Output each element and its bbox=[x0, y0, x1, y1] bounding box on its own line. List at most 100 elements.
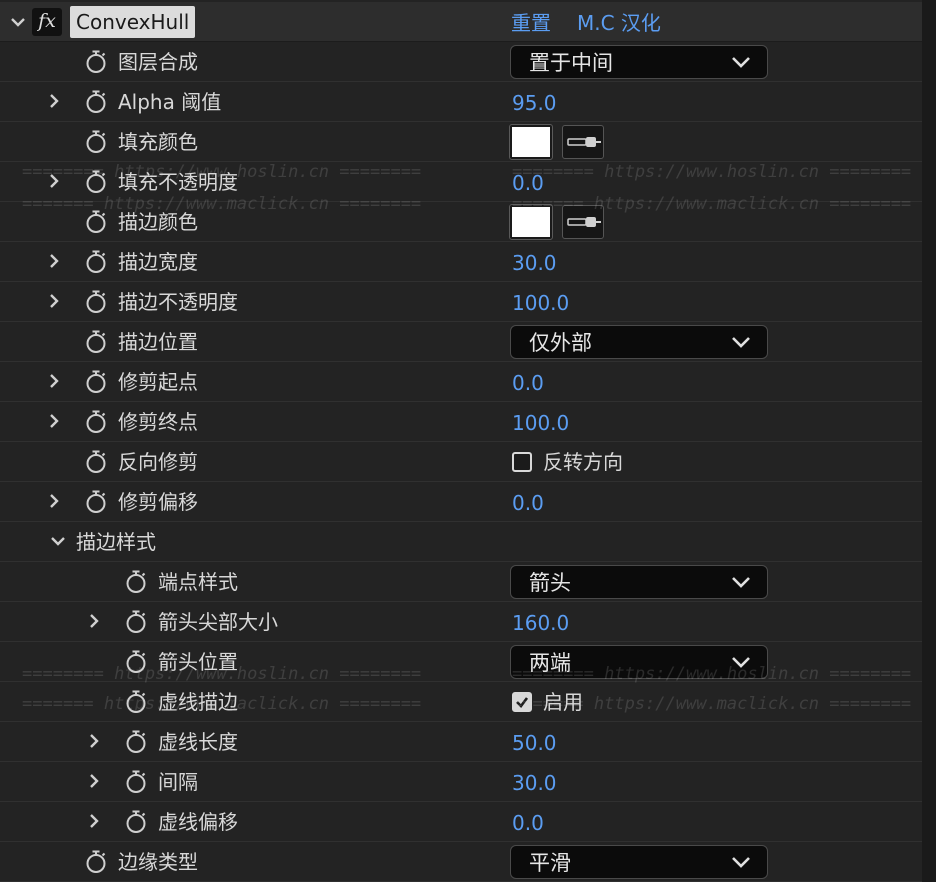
reverse-direction-checkbox[interactable] bbox=[512, 452, 532, 472]
stopwatch-icon[interactable] bbox=[84, 850, 108, 874]
param-label: 虚线长度 bbox=[158, 730, 238, 754]
alpha-threshold-value[interactable]: 95.0 bbox=[512, 91, 557, 115]
chevron-right-icon[interactable] bbox=[46, 93, 62, 109]
dash-offset-value[interactable]: 0.0 bbox=[512, 811, 544, 835]
dashed-stroke-checkbox[interactable] bbox=[512, 692, 532, 712]
stopwatch-icon[interactable] bbox=[84, 50, 108, 74]
chevron-right-icon[interactable] bbox=[46, 173, 62, 189]
stopwatch-icon[interactable] bbox=[84, 210, 108, 234]
param-label: 描边位置 bbox=[118, 330, 198, 354]
stopwatch-icon[interactable] bbox=[84, 450, 108, 474]
chevron-right-icon[interactable] bbox=[46, 493, 62, 509]
param-label: 填充不透明度 bbox=[118, 170, 238, 194]
fx-icon[interactable]: fx bbox=[32, 8, 62, 36]
stopwatch-icon[interactable] bbox=[84, 410, 108, 434]
stroke-width-value[interactable]: 30.0 bbox=[512, 251, 557, 275]
about-button[interactable]: M.C 汉化 bbox=[577, 11, 661, 35]
stroke-color-swatch[interactable] bbox=[509, 204, 553, 240]
chevron-down-icon bbox=[731, 334, 751, 350]
param-row-fill-color: 填充颜色 bbox=[0, 122, 922, 162]
param-label: 反向修剪 bbox=[118, 450, 198, 474]
param-row-stroke-position: 描边位置 仅外部 bbox=[0, 322, 922, 362]
param-label: 箭头位置 bbox=[158, 650, 238, 674]
param-label: 箭头尖部大小 bbox=[158, 610, 278, 634]
trim-end-value[interactable]: 100.0 bbox=[512, 411, 569, 435]
param-label: 修剪偏移 bbox=[118, 490, 198, 514]
gap-value[interactable]: 30.0 bbox=[512, 771, 557, 795]
stopwatch-icon[interactable] bbox=[84, 170, 108, 194]
stopwatch-icon[interactable] bbox=[124, 690, 148, 714]
checkbox-label[interactable]: 反转方向 bbox=[543, 450, 623, 474]
stopwatch-icon[interactable] bbox=[84, 130, 108, 154]
stopwatch-icon[interactable] bbox=[84, 490, 108, 514]
chevron-down-icon bbox=[731, 654, 751, 670]
stopwatch-icon[interactable] bbox=[124, 770, 148, 794]
stroke-position-dropdown[interactable]: 仅外部 bbox=[510, 325, 768, 359]
param-row-stroke-opacity: 描边不透明度 100.0 bbox=[0, 282, 922, 322]
chevron-right-icon[interactable] bbox=[46, 253, 62, 269]
group-label[interactable]: 描边样式 bbox=[76, 530, 156, 554]
cap-style-dropdown[interactable]: 箭头 bbox=[510, 565, 768, 599]
fill-opacity-value[interactable]: 0.0 bbox=[512, 171, 544, 195]
dropdown-value: 两端 bbox=[529, 651, 571, 675]
stopwatch-icon[interactable] bbox=[124, 610, 148, 634]
effect-header-row: fx ConvexHull 重置 M.C 汉化 bbox=[0, 2, 922, 42]
chevron-right-icon[interactable] bbox=[46, 413, 62, 429]
param-row-reverse-trim: 反向修剪 反转方向 bbox=[0, 442, 922, 482]
dash-length-value[interactable]: 50.0 bbox=[512, 731, 557, 755]
stopwatch-icon[interactable] bbox=[84, 370, 108, 394]
chevron-down-icon[interactable] bbox=[50, 533, 66, 549]
checkbox-label[interactable]: 启用 bbox=[543, 690, 583, 714]
chevron-right-icon[interactable] bbox=[86, 773, 102, 789]
stroke-opacity-value[interactable]: 100.0 bbox=[512, 291, 569, 315]
chevron-right-icon[interactable] bbox=[46, 293, 62, 309]
param-label: 描边颜色 bbox=[118, 210, 198, 234]
param-row-gap: 间隔 30.0 bbox=[0, 762, 922, 802]
param-row-fill-opacity: 填充不透明度 0.0 bbox=[0, 162, 922, 202]
chevron-down-icon bbox=[731, 54, 751, 70]
effect-name[interactable]: ConvexHull bbox=[70, 6, 196, 38]
param-row-dash-offset: 虚线偏移 0.0 bbox=[0, 802, 922, 842]
stopwatch-icon[interactable] bbox=[84, 290, 108, 314]
effect-controls-panel: fx ConvexHull 重置 M.C 汉化 图层合成 置于中间 Alpha … bbox=[0, 0, 936, 882]
chevron-right-icon[interactable] bbox=[86, 613, 102, 629]
chevron-down-icon bbox=[731, 574, 751, 590]
chevron-right-icon[interactable] bbox=[86, 733, 102, 749]
edge-type-dropdown[interactable]: 平滑 bbox=[510, 845, 768, 879]
scrollbar[interactable] bbox=[922, 0, 936, 882]
param-label: 间隔 bbox=[158, 770, 198, 794]
stopwatch-icon[interactable] bbox=[124, 810, 148, 834]
param-row-trim-offset: 修剪偏移 0.0 bbox=[0, 482, 922, 522]
stopwatch-icon[interactable] bbox=[84, 250, 108, 274]
stopwatch-icon[interactable] bbox=[84, 330, 108, 354]
stopwatch-icon[interactable] bbox=[124, 650, 148, 674]
trim-start-value[interactable]: 0.0 bbox=[512, 371, 544, 395]
reset-button[interactable]: 重置 bbox=[511, 11, 551, 35]
chevron-down-icon[interactable] bbox=[10, 14, 26, 30]
eyedropper-icon[interactable] bbox=[562, 205, 604, 239]
param-label: 虚线描边 bbox=[158, 690, 238, 714]
dropdown-value: 平滑 bbox=[529, 851, 571, 875]
param-label: 修剪起点 bbox=[118, 370, 198, 394]
stopwatch-icon[interactable] bbox=[124, 730, 148, 754]
param-label: 描边宽度 bbox=[118, 250, 198, 274]
chevron-right-icon[interactable] bbox=[46, 373, 62, 389]
eyedropper-icon[interactable] bbox=[562, 125, 604, 159]
stopwatch-icon[interactable] bbox=[124, 570, 148, 594]
dropdown-value: 置于中间 bbox=[529, 51, 613, 75]
layer-composite-dropdown[interactable]: 置于中间 bbox=[510, 45, 768, 79]
param-label: 端点样式 bbox=[158, 570, 238, 594]
chevron-right-icon[interactable] bbox=[86, 813, 102, 829]
param-label: 虚线偏移 bbox=[158, 810, 238, 834]
arrow-head-size-value[interactable]: 160.0 bbox=[512, 611, 569, 635]
param-row-layer-composite: 图层合成 置于中间 bbox=[0, 42, 922, 82]
fill-color-swatch[interactable] bbox=[509, 124, 553, 160]
arrow-position-dropdown[interactable]: 两端 bbox=[510, 645, 768, 679]
group-row-stroke-style: 描边样式 bbox=[0, 522, 922, 562]
stopwatch-icon[interactable] bbox=[84, 90, 108, 114]
param-row-stroke-color: 描边颜色 bbox=[0, 202, 922, 242]
trim-offset-value[interactable]: 0.0 bbox=[512, 491, 544, 515]
param-row-cap-style: 端点样式 箭头 bbox=[0, 562, 922, 602]
param-label: 描边不透明度 bbox=[118, 290, 238, 314]
param-row-trim-end: 修剪终点 100.0 bbox=[0, 402, 922, 442]
